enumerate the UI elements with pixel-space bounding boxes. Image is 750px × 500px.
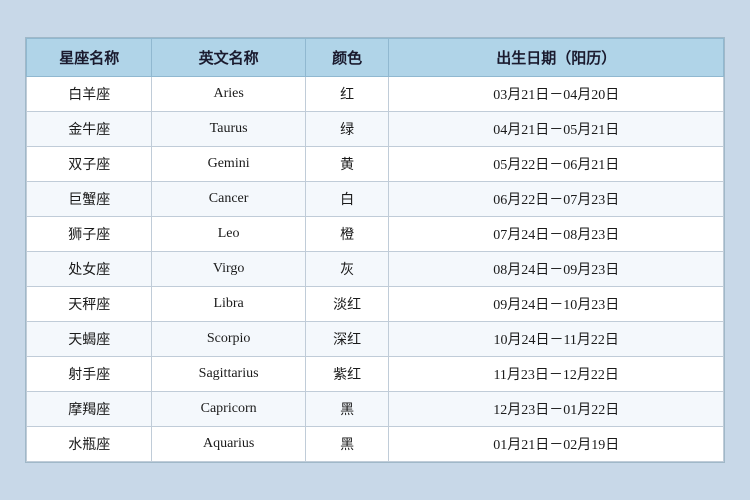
cell-date: 12月23日－01月22日: [389, 392, 724, 427]
cell-date: 01月21日－02月19日: [389, 427, 724, 462]
cell-cn: 金牛座: [27, 112, 152, 147]
cell-date: 07月24日－08月23日: [389, 217, 724, 252]
cell-cn: 天秤座: [27, 287, 152, 322]
table-row: 金牛座Taurus绿04月21日－05月21日: [27, 112, 724, 147]
cell-en: Leo: [152, 217, 305, 252]
cell-en: Scorpio: [152, 322, 305, 357]
header-en: 英文名称: [152, 39, 305, 77]
table-row: 天秤座Libra淡红09月24日－10月23日: [27, 287, 724, 322]
cell-color: 红: [305, 77, 389, 112]
cell-cn: 狮子座: [27, 217, 152, 252]
cell-en: Aries: [152, 77, 305, 112]
cell-color: 白: [305, 182, 389, 217]
cell-date: 09月24日－10月23日: [389, 287, 724, 322]
table-row: 白羊座Aries红03月21日－04月20日: [27, 77, 724, 112]
cell-date: 03月21日－04月20日: [389, 77, 724, 112]
table-header-row: 星座名称 英文名称 颜色 出生日期（阳历）: [27, 39, 724, 77]
cell-date: 05月22日－06月21日: [389, 147, 724, 182]
cell-cn: 水瓶座: [27, 427, 152, 462]
cell-en: Aquarius: [152, 427, 305, 462]
cell-en: Cancer: [152, 182, 305, 217]
cell-date: 10月24日－11月22日: [389, 322, 724, 357]
cell-cn: 白羊座: [27, 77, 152, 112]
zodiac-table: 星座名称 英文名称 颜色 出生日期（阳历） 白羊座Aries红03月21日－04…: [26, 38, 724, 462]
cell-cn: 摩羯座: [27, 392, 152, 427]
cell-color: 黑: [305, 427, 389, 462]
cell-date: 06月22日－07月23日: [389, 182, 724, 217]
table-row: 摩羯座Capricorn黑12月23日－01月22日: [27, 392, 724, 427]
cell-en: Gemini: [152, 147, 305, 182]
cell-en: Sagittarius: [152, 357, 305, 392]
header-date: 出生日期（阳历）: [389, 39, 724, 77]
cell-en: Virgo: [152, 252, 305, 287]
table-row: 射手座Sagittarius紫红11月23日－12月22日: [27, 357, 724, 392]
cell-date: 11月23日－12月22日: [389, 357, 724, 392]
cell-en: Capricorn: [152, 392, 305, 427]
cell-color: 紫红: [305, 357, 389, 392]
cell-color: 绿: [305, 112, 389, 147]
cell-date: 04月21日－05月21日: [389, 112, 724, 147]
table-row: 狮子座Leo橙07月24日－08月23日: [27, 217, 724, 252]
cell-color: 灰: [305, 252, 389, 287]
cell-color: 黄: [305, 147, 389, 182]
cell-cn: 射手座: [27, 357, 152, 392]
table-row: 双子座Gemini黄05月22日－06月21日: [27, 147, 724, 182]
table-row: 处女座Virgo灰08月24日－09月23日: [27, 252, 724, 287]
cell-color: 深红: [305, 322, 389, 357]
table-row: 巨蟹座Cancer白06月22日－07月23日: [27, 182, 724, 217]
cell-cn: 巨蟹座: [27, 182, 152, 217]
zodiac-table-container: 星座名称 英文名称 颜色 出生日期（阳历） 白羊座Aries红03月21日－04…: [25, 37, 725, 463]
header-cn: 星座名称: [27, 39, 152, 77]
header-color: 颜色: [305, 39, 389, 77]
cell-en: Libra: [152, 287, 305, 322]
cell-color: 黑: [305, 392, 389, 427]
cell-cn: 处女座: [27, 252, 152, 287]
cell-color: 淡红: [305, 287, 389, 322]
table-row: 天蝎座Scorpio深红10月24日－11月22日: [27, 322, 724, 357]
cell-color: 橙: [305, 217, 389, 252]
cell-date: 08月24日－09月23日: [389, 252, 724, 287]
cell-cn: 双子座: [27, 147, 152, 182]
cell-en: Taurus: [152, 112, 305, 147]
table-row: 水瓶座Aquarius黑01月21日－02月19日: [27, 427, 724, 462]
cell-cn: 天蝎座: [27, 322, 152, 357]
